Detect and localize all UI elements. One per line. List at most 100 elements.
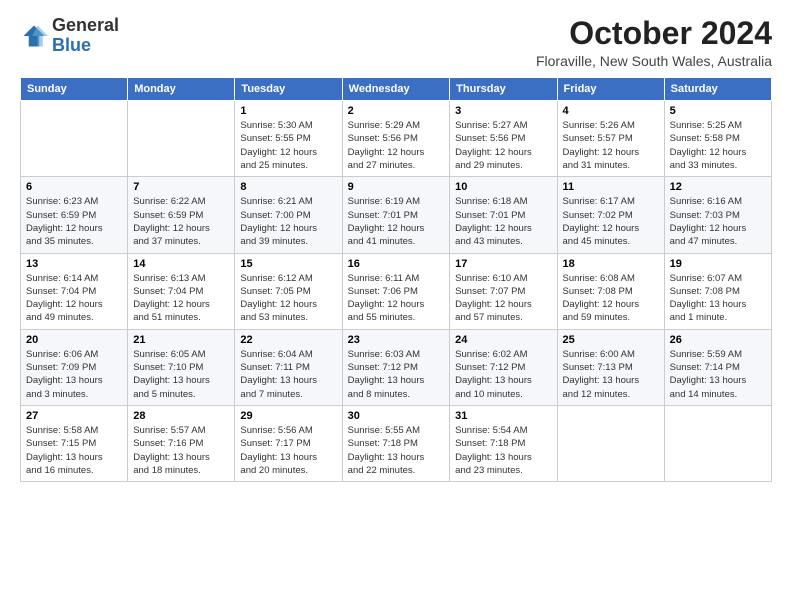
calendar-day: 18Sunrise: 6:08 AM Sunset: 7:08 PM Dayli… [557, 253, 664, 329]
day-info: Sunrise: 6:00 AM Sunset: 7:13 PM Dayligh… [563, 348, 659, 401]
day-number: 1 [240, 105, 336, 117]
day-number: 13 [26, 258, 122, 270]
day-info: Sunrise: 6:07 AM Sunset: 7:08 PM Dayligh… [670, 272, 766, 325]
calendar-day: 8 Sunrise: 6:21 AM Sunset: 7:00 PM Daylig… [235, 177, 342, 253]
day-info: Sunrise: 6:08 AM Sunset: 7:08 PM Dayligh… [563, 272, 659, 325]
logo-text: General Blue [52, 16, 119, 56]
calendar-day: 1 Sunrise: 5:30 AM Sunset: 5:55 PM Daylig… [235, 101, 342, 177]
day-number: 3 [455, 105, 551, 117]
calendar-day: 19 Sunrise: 6:07 AM Sunset: 7:08 PM Dayli… [664, 253, 771, 329]
page: General Blue October 2024 Floraville, Ne… [0, 0, 792, 612]
calendar-day: 26 Sunrise: 5:59 AM Sunset: 7:14 PM Dayli… [664, 329, 771, 405]
day-info: Sunrise: 5:27 AM Sunset: 5:56 PM Dayligh… [455, 119, 551, 172]
day-number: 10 [455, 181, 551, 193]
calendar-day: 13Sunrise: 6:14 AM Sunset: 7:04 PM Dayli… [21, 253, 128, 329]
calendar-day: 11 Sunrise: 6:17 AM Sunset: 7:02 PM Dayli… [557, 177, 664, 253]
calendar-day: 10 Sunrise: 6:18 AM Sunset: 7:01 PM Dayli… [450, 177, 557, 253]
calendar-day: 20Sunrise: 6:06 AM Sunset: 7:09 PM Dayli… [21, 329, 128, 405]
day-info: Sunrise: 5:26 AM Sunset: 5:57 PM Dayligh… [563, 119, 659, 172]
day-number: 31 [455, 410, 551, 422]
day-info: Sunrise: 6:05 AM Sunset: 7:10 PM Dayligh… [133, 348, 229, 401]
calendar-day: 5Sunrise: 5:25 AM Sunset: 5:58 PM Daylig… [664, 101, 771, 177]
title-block: October 2024 Floraville, New South Wales… [536, 16, 772, 69]
day-info: Sunrise: 5:59 AM Sunset: 7:14 PM Dayligh… [670, 348, 766, 401]
calendar-day: 21Sunrise: 6:05 AM Sunset: 7:10 PM Dayli… [128, 329, 235, 405]
col-monday: Monday [128, 78, 235, 101]
day-info: Sunrise: 6:21 AM Sunset: 7:00 PM Dayligh… [240, 195, 336, 248]
calendar-day [128, 101, 235, 177]
calendar-day: 23Sunrise: 6:03 AM Sunset: 7:12 PM Dayli… [342, 329, 450, 405]
calendar-day: 15Sunrise: 6:12 AM Sunset: 7:05 PM Dayli… [235, 253, 342, 329]
col-sunday: Sunday [21, 78, 128, 101]
day-info: Sunrise: 6:04 AM Sunset: 7:11 PM Dayligh… [240, 348, 336, 401]
calendar-day: 22 Sunrise: 6:04 AM Sunset: 7:11 PM Dayli… [235, 329, 342, 405]
day-info: Sunrise: 6:02 AM Sunset: 7:12 PM Dayligh… [455, 348, 551, 401]
col-saturday: Saturday [664, 78, 771, 101]
calendar-day: 17Sunrise: 6:10 AM Sunset: 7:07 PM Dayli… [450, 253, 557, 329]
calendar-day: 29 Sunrise: 5:56 AM Sunset: 7:17 PM Dayli… [235, 405, 342, 481]
day-number: 23 [348, 334, 445, 346]
calendar-day: 9Sunrise: 6:19 AM Sunset: 7:01 PM Daylig… [342, 177, 450, 253]
day-number: 2 [348, 105, 445, 117]
calendar-day: 31 Sunrise: 5:54 AM Sunset: 7:18 PM Dayli… [450, 405, 557, 481]
calendar-day [664, 405, 771, 481]
calendar-day: 3 Sunrise: 5:27 AM Sunset: 5:56 PM Daylig… [450, 101, 557, 177]
col-thursday: Thursday [450, 78, 557, 101]
calendar-week-0: 1 Sunrise: 5:30 AM Sunset: 5:55 PM Daylig… [21, 101, 772, 177]
calendar-day: 12 Sunrise: 6:16 AM Sunset: 7:03 PM Dayli… [664, 177, 771, 253]
calendar-day [21, 101, 128, 177]
header: General Blue October 2024 Floraville, Ne… [20, 16, 772, 69]
day-info: Sunrise: 6:12 AM Sunset: 7:05 PM Dayligh… [240, 272, 336, 325]
day-number: 7 [133, 181, 229, 193]
logo-icon [20, 22, 48, 50]
day-info: Sunrise: 5:56 AM Sunset: 7:17 PM Dayligh… [240, 424, 336, 477]
day-info: Sunrise: 5:57 AM Sunset: 7:16 PM Dayligh… [133, 424, 229, 477]
day-info: Sunrise: 5:30 AM Sunset: 5:55 PM Dayligh… [240, 119, 336, 172]
day-number: 6 [26, 181, 122, 193]
day-info: Sunrise: 6:17 AM Sunset: 7:02 PM Dayligh… [563, 195, 659, 248]
calendar-day: 4Sunrise: 5:26 AM Sunset: 5:57 PM Daylig… [557, 101, 664, 177]
calendar-day [557, 405, 664, 481]
day-number: 16 [348, 258, 445, 270]
day-number: 17 [455, 258, 551, 270]
day-info: Sunrise: 5:58 AM Sunset: 7:15 PM Dayligh… [26, 424, 122, 477]
calendar-week-4: 27 Sunrise: 5:58 AM Sunset: 7:15 PM Dayli… [21, 405, 772, 481]
col-wednesday: Wednesday [342, 78, 450, 101]
day-number: 19 [670, 258, 766, 270]
calendar-table: Sunday Monday Tuesday Wednesday Thursday… [20, 77, 772, 482]
day-number: 29 [240, 410, 336, 422]
day-number: 24 [455, 334, 551, 346]
month-title: October 2024 [536, 16, 772, 51]
day-number: 8 [240, 181, 336, 193]
calendar-day: 6 Sunrise: 6:23 AM Sunset: 6:59 PM Daylig… [21, 177, 128, 253]
day-number: 9 [348, 181, 445, 193]
day-number: 11 [563, 181, 659, 193]
calendar-day: 14Sunrise: 6:13 AM Sunset: 7:04 PM Dayli… [128, 253, 235, 329]
calendar-day: 25 Sunrise: 6:00 AM Sunset: 7:13 PM Dayli… [557, 329, 664, 405]
logo: General Blue [20, 16, 119, 56]
day-info: Sunrise: 6:11 AM Sunset: 7:06 PM Dayligh… [348, 272, 445, 325]
calendar-header-row: Sunday Monday Tuesday Wednesday Thursday… [21, 78, 772, 101]
day-number: 12 [670, 181, 766, 193]
day-info: Sunrise: 6:23 AM Sunset: 6:59 PM Dayligh… [26, 195, 122, 248]
calendar-day: 24 Sunrise: 6:02 AM Sunset: 7:12 PM Dayli… [450, 329, 557, 405]
day-info: Sunrise: 6:18 AM Sunset: 7:01 PM Dayligh… [455, 195, 551, 248]
day-number: 5 [670, 105, 766, 117]
day-info: Sunrise: 5:54 AM Sunset: 7:18 PM Dayligh… [455, 424, 551, 477]
col-tuesday: Tuesday [235, 78, 342, 101]
day-number: 20 [26, 334, 122, 346]
day-number: 26 [670, 334, 766, 346]
calendar-day: 16 Sunrise: 6:11 AM Sunset: 7:06 PM Dayli… [342, 253, 450, 329]
day-number: 22 [240, 334, 336, 346]
logo-blue-text: Blue [52, 35, 91, 55]
location: Floraville, New South Wales, Australia [536, 53, 772, 69]
day-info: Sunrise: 6:16 AM Sunset: 7:03 PM Dayligh… [670, 195, 766, 248]
day-number: 14 [133, 258, 229, 270]
day-info: Sunrise: 5:55 AM Sunset: 7:18 PM Dayligh… [348, 424, 445, 477]
calendar-day: 2Sunrise: 5:29 AM Sunset: 5:56 PM Daylig… [342, 101, 450, 177]
logo-general-text: General [52, 15, 119, 35]
day-number: 27 [26, 410, 122, 422]
day-number: 25 [563, 334, 659, 346]
calendar-week-1: 6 Sunrise: 6:23 AM Sunset: 6:59 PM Daylig… [21, 177, 772, 253]
calendar-week-2: 13Sunrise: 6:14 AM Sunset: 7:04 PM Dayli… [21, 253, 772, 329]
